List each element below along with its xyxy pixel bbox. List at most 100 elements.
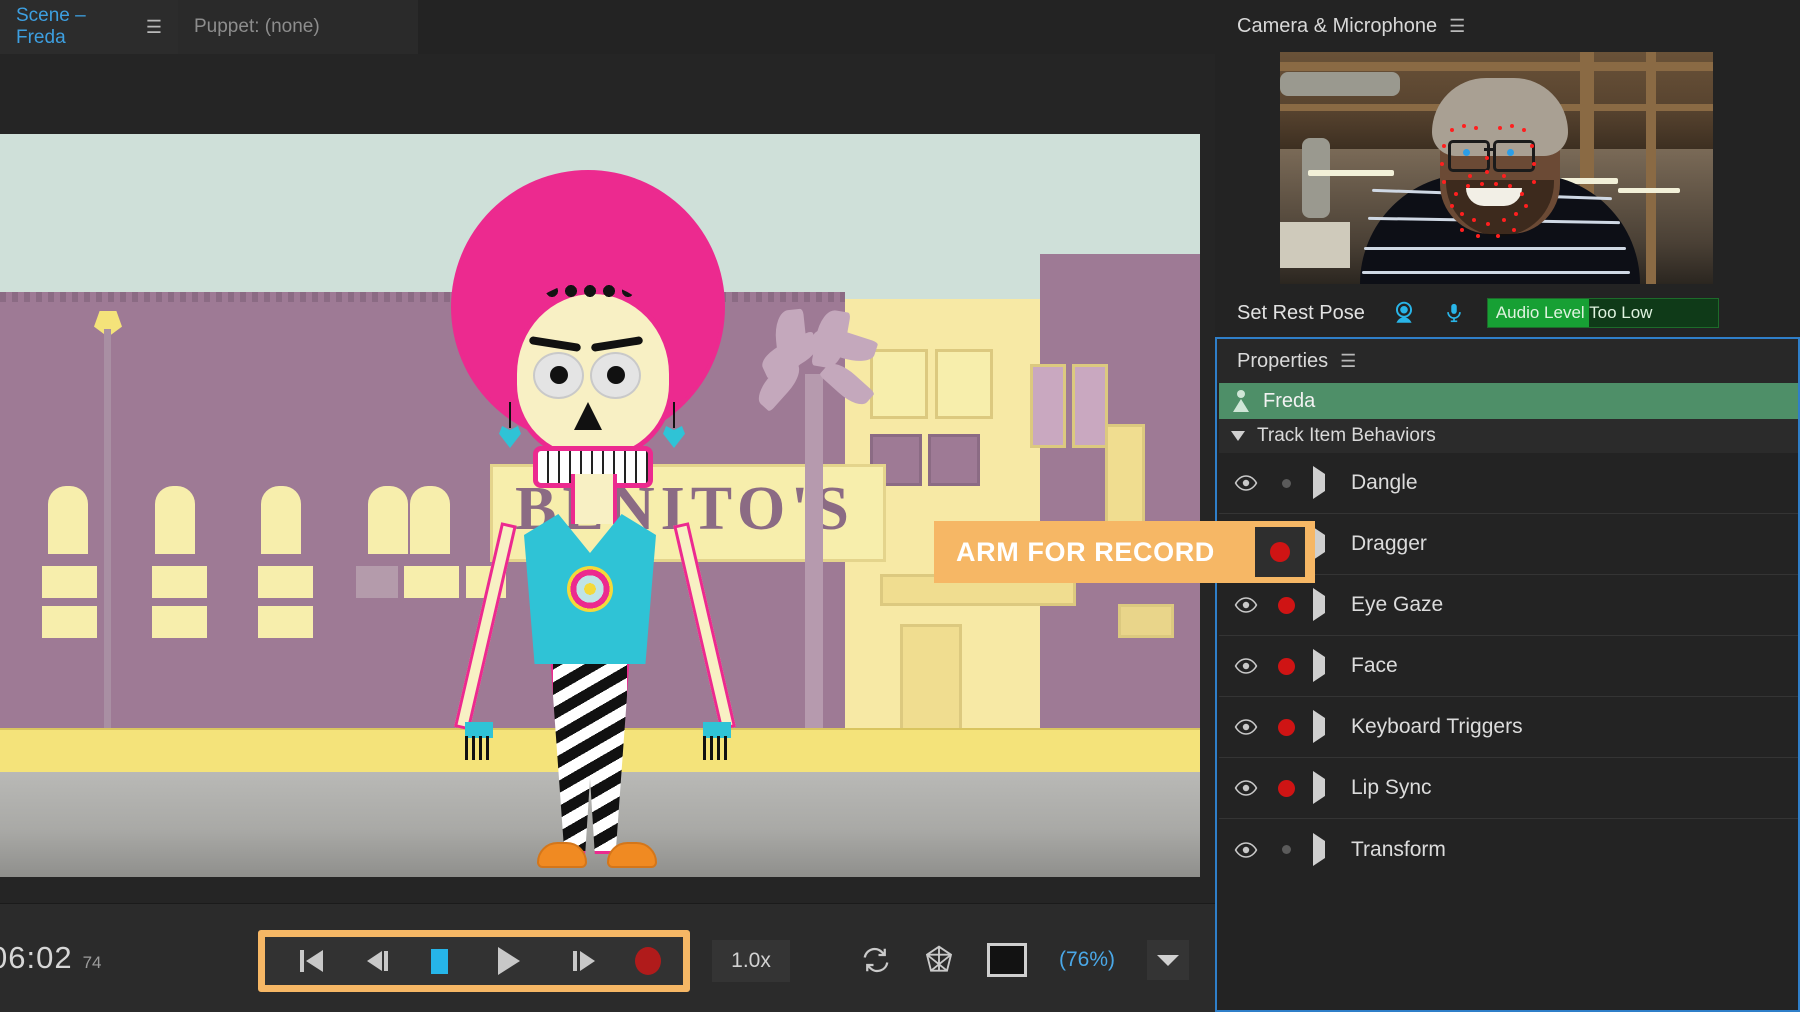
window <box>1030 364 1066 448</box>
chevron-down-icon <box>1157 955 1179 966</box>
behavior-row-dangle[interactable]: Dangle <box>1219 453 1798 514</box>
window <box>928 434 980 486</box>
arm-for-record-callout-target[interactable] <box>1255 527 1305 577</box>
puppet-arm-left <box>454 522 517 730</box>
eye-tracking-dot <box>1507 149 1514 156</box>
puppet-earring-wire-left <box>509 402 511 428</box>
track-item-behaviors-group[interactable]: Track Item Behaviors <box>1219 419 1798 453</box>
puppet-earring-left <box>499 426 521 448</box>
zoom-level[interactable]: (76%) <box>1059 948 1115 972</box>
go-to-start-button[interactable] <box>277 941 323 981</box>
microphone-icon[interactable] <box>1443 300 1465 326</box>
zoom-dropdown-button[interactable] <box>1147 940 1189 980</box>
puppet-earring-wire-right <box>673 402 675 428</box>
ceiling-light <box>1618 188 1680 193</box>
origin-gizmo-icon[interactable] <box>923 944 955 976</box>
window <box>1105 424 1145 526</box>
puppet-pupil-left <box>550 366 568 384</box>
window <box>155 486 195 554</box>
stop-button[interactable] <box>416 941 462 981</box>
tab-scene[interactable]: Scene – Freda ☰ <box>0 0 178 54</box>
fit-to-frame-icon[interactable] <box>987 943 1027 977</box>
set-rest-pose-button[interactable]: Set Rest Pose <box>1237 302 1365 325</box>
view-tools: (76%) <box>861 940 1189 980</box>
arm-for-record-toggle[interactable] <box>1277 845 1295 854</box>
behavior-label: Transform <box>1351 838 1446 862</box>
stop-icon <box>431 949 448 974</box>
right-sidebar: Camera & Microphone ☰ <box>1215 0 1800 1012</box>
puppet-eye-right <box>590 352 641 399</box>
air-duct <box>1280 72 1400 96</box>
counter <box>1280 222 1350 268</box>
refresh-icon[interactable] <box>861 945 891 975</box>
behavior-row-keyboard-triggers[interactable]: Keyboard Triggers <box>1219 697 1798 758</box>
camera-microphone-panel: Camera & Microphone ☰ <box>1215 0 1800 337</box>
visibility-eye-icon[interactable] <box>1233 780 1259 796</box>
chevron-down-icon[interactable] <box>1231 431 1245 441</box>
camera-controls: Set Rest Pose Audio Level <box>1215 292 1800 334</box>
playback-speed-value: 1.0x <box>731 949 771 973</box>
puppet-earring-right <box>663 426 685 448</box>
stage-right-letterbox <box>1200 54 1215 904</box>
air-duct <box>1302 138 1330 218</box>
audio-level-meter: Audio Level Too Low <box>1487 298 1719 328</box>
hamburger-icon[interactable]: ☰ <box>1340 352 1356 370</box>
puppet-freda[interactable] <box>455 174 755 874</box>
behavior-row-eye-gaze[interactable]: Eye Gaze <box>1219 575 1798 636</box>
hamburger-icon[interactable]: ☰ <box>146 18 162 36</box>
visibility-eye-icon[interactable] <box>1233 597 1259 613</box>
record-button[interactable] <box>625 941 671 981</box>
webcam-icon[interactable] <box>1391 300 1417 326</box>
webcam-preview[interactable] <box>1280 52 1713 284</box>
playback-speed[interactable]: 1.0x <box>712 940 790 982</box>
glasses-bridge <box>1484 148 1493 151</box>
visibility-eye-icon[interactable] <box>1233 658 1259 674</box>
window <box>258 566 313 598</box>
play-button[interactable] <box>486 941 532 981</box>
hamburger-icon[interactable]: ☰ <box>1449 17 1465 35</box>
arm-for-record-toggle[interactable] <box>1277 479 1295 488</box>
step-back-button[interactable] <box>346 941 392 981</box>
arm-for-record-callout: ARM FOR RECORD <box>934 521 1315 583</box>
behavior-label: Keyboard Triggers <box>1351 715 1523 739</box>
window <box>48 486 88 554</box>
ceiling-light <box>1308 170 1394 176</box>
puppet-shoe-left <box>537 842 587 868</box>
expand-arrow-icon[interactable] <box>1313 474 1329 492</box>
expand-arrow-icon[interactable] <box>1313 841 1329 859</box>
puppet-eye-left <box>533 352 584 399</box>
arm-for-record-toggle[interactable] <box>1277 658 1295 675</box>
door <box>900 624 962 740</box>
expand-arrow-icon[interactable] <box>1313 596 1329 614</box>
arm-for-record-toggle[interactable] <box>1277 597 1295 614</box>
glasses-right-lens <box>1493 140 1535 172</box>
timecode-frames: 74 <box>83 953 102 973</box>
behavior-row-lip-sync[interactable]: Lip Sync <box>1219 758 1798 819</box>
window <box>261 486 301 554</box>
window <box>356 566 398 598</box>
stage-canvas[interactable]: BENITO'S <box>0 134 1200 877</box>
selected-puppet-row[interactable]: Freda <box>1219 383 1798 419</box>
transport-buttons <box>265 937 683 985</box>
visibility-eye-icon[interactable] <box>1233 475 1259 491</box>
expand-arrow-icon[interactable] <box>1313 535 1329 553</box>
window <box>42 566 97 598</box>
behavior-row-transform[interactable]: Transform <box>1219 819 1798 880</box>
step-forward-button[interactable] <box>555 941 601 981</box>
tab-puppet[interactable]: Puppet: (none) <box>178 0 418 54</box>
behavior-row-face[interactable]: Face <box>1219 636 1798 697</box>
expand-arrow-icon[interactable] <box>1313 779 1329 797</box>
expand-arrow-icon[interactable] <box>1313 718 1329 736</box>
puppet-fingers-right <box>703 736 731 760</box>
visibility-eye-icon[interactable] <box>1233 842 1259 858</box>
scene-viewport[interactable]: BENITO'S <box>0 54 1215 904</box>
puppet-arm-right <box>673 522 736 730</box>
arm-for-record-toggle[interactable] <box>1277 719 1295 736</box>
arm-for-record-toggle[interactable] <box>1277 780 1295 797</box>
visibility-eye-icon[interactable] <box>1233 719 1259 735</box>
timecode-display[interactable]: 06:02 74 <box>0 940 102 976</box>
window <box>42 606 97 638</box>
behavior-label: Face <box>1351 654 1398 678</box>
expand-arrow-icon[interactable] <box>1313 657 1329 675</box>
puppet-pupil-right <box>607 366 625 384</box>
